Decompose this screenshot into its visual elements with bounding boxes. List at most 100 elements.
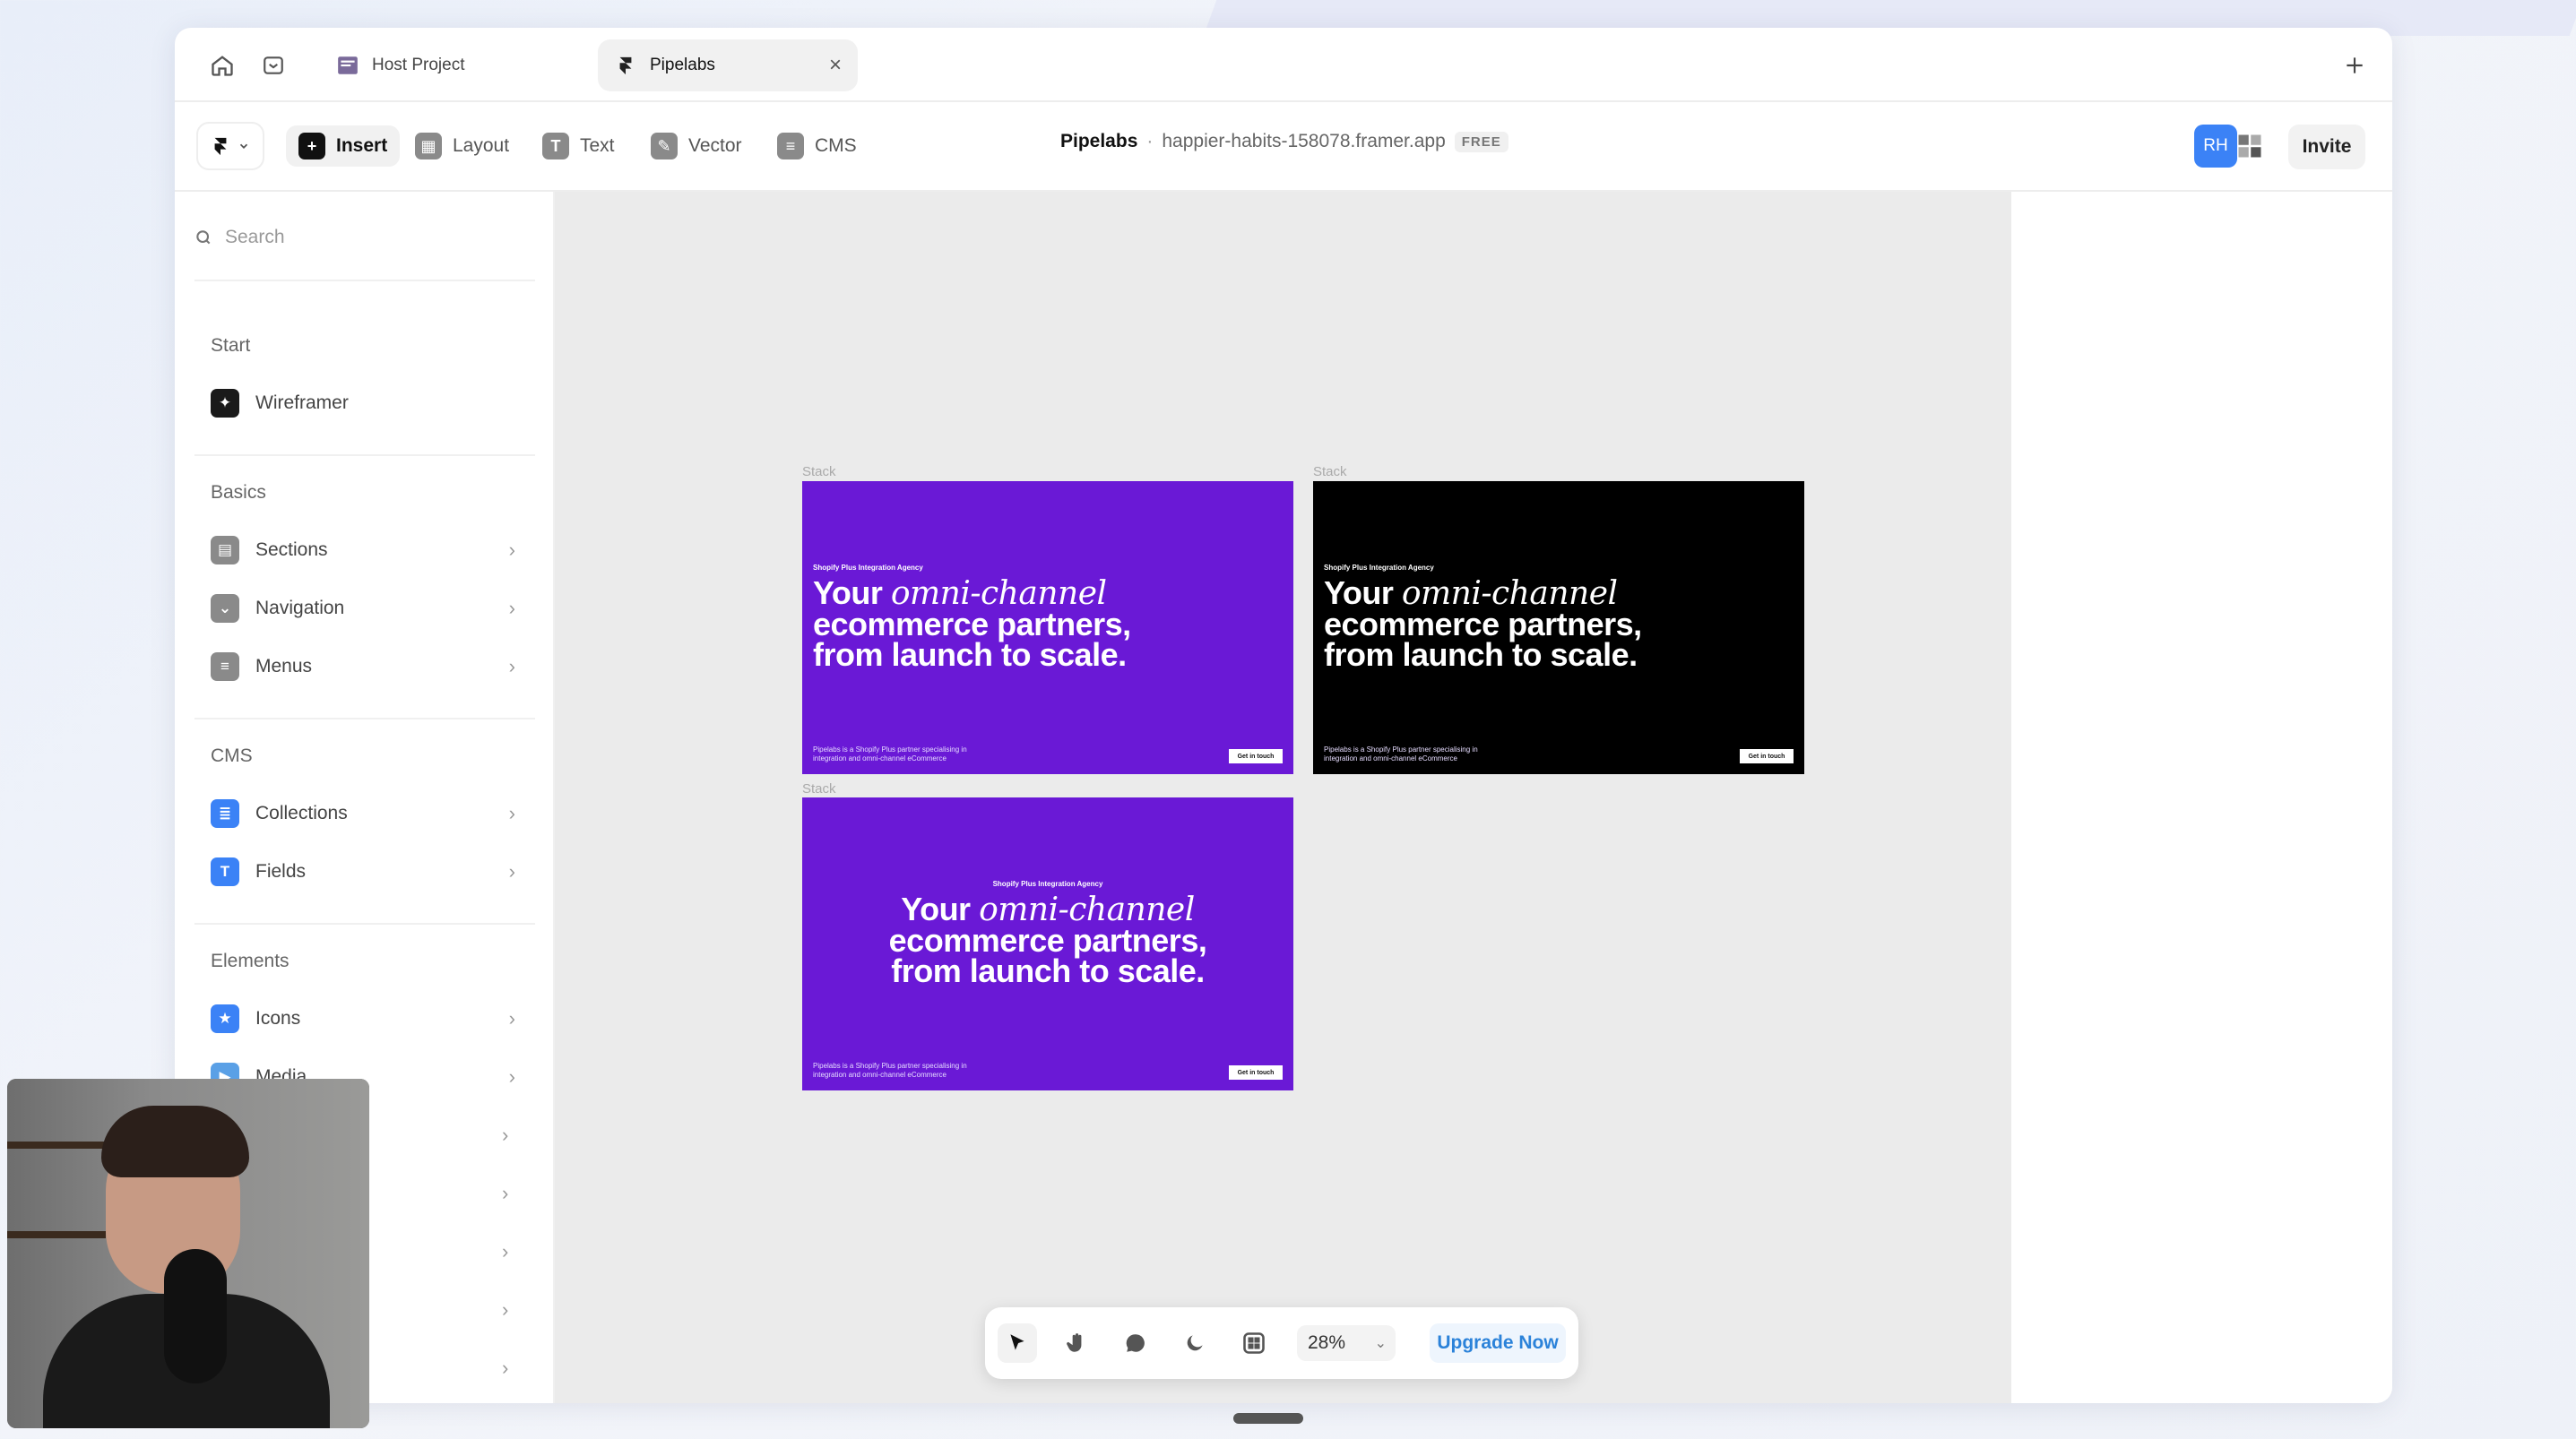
sidebar-item-sections[interactable]: ▤ Sections › <box>211 530 515 570</box>
sidebar-item-label: Menus <box>255 656 313 676</box>
chevron-right-icon: › <box>508 802 515 824</box>
chevron-right-icon: › <box>508 1065 515 1088</box>
divider <box>194 280 535 281</box>
chevron-right-icon: › <box>508 539 515 561</box>
tab-label: Pipelabs <box>650 56 715 74</box>
layout-tool-button[interactable]: ▦ Layout <box>415 125 509 167</box>
frame-label[interactable]: Stack <box>802 781 836 797</box>
tab-pipelabs[interactable]: Pipelabs × <box>598 39 858 91</box>
plan-badge: FREE <box>1454 131 1508 152</box>
hero-headline: Your omni-channel ecommerce partners, fr… <box>888 891 1207 989</box>
framer-menu-button[interactable] <box>196 122 264 170</box>
app-window: Host Project Pipelabs × + Insert ▦ Layou… <box>175 28 2392 1403</box>
project-title[interactable]: Pipelabs · happier-habits-158078.framer.… <box>1060 131 1508 152</box>
hero-kicker: Shopify Plus Integration Agency <box>1324 564 1434 572</box>
section-heading-elements: Elements <box>211 951 290 971</box>
divider <box>194 454 535 456</box>
moon-icon[interactable] <box>1175 1323 1215 1363</box>
grid-icon[interactable] <box>1234 1323 1274 1363</box>
microphone-icon <box>164 1249 227 1383</box>
cta-button: Get in touch <box>1740 749 1794 763</box>
divider <box>194 718 535 720</box>
tab-label: Host Project <box>372 56 465 74</box>
sidebar-item-label: Icons <box>255 1008 301 1029</box>
avatar[interactable]: RH <box>2194 125 2237 168</box>
search-input[interactable] <box>225 227 494 248</box>
divider <box>194 923 535 925</box>
layout-icon: ▦ <box>415 133 442 159</box>
project-domain: happier-habits-158078.framer.app <box>1162 131 1446 151</box>
sidebar-item-label: Fields <box>255 861 307 882</box>
tool-label: Vector <box>688 135 742 156</box>
hero-kicker: Shopify Plus Integration Agency <box>992 880 1103 888</box>
cta-button: Get in touch <box>1229 749 1283 763</box>
hero-kicker: Shopify Plus Integration Agency <box>813 564 923 572</box>
hero-headline: Your omni-channel ecommerce partners, fr… <box>1324 574 1642 673</box>
tool-label: Layout <box>453 135 510 156</box>
sections-icon: ▤ <box>211 536 239 564</box>
tool-label: CMS <box>815 135 857 156</box>
zoom-value: 28% <box>1308 1332 1346 1353</box>
hero-headline: Your omni-channel ecommerce partners, fr… <box>813 574 1131 673</box>
pen-icon: ✎ <box>651 133 678 159</box>
hero-frame-black[interactable]: Shopify Plus Integration Agency Your omn… <box>1313 481 1804 774</box>
hand-icon[interactable] <box>1057 1323 1096 1363</box>
sparkle-icon: ✦ <box>211 389 239 418</box>
text-icon: T <box>542 133 569 159</box>
collections-icon: ≣ <box>211 799 239 828</box>
close-tab-icon[interactable]: × <box>829 53 842 78</box>
chevron-right-icon[interactable]: › <box>502 1298 508 1322</box>
cursor-icon[interactable] <box>998 1323 1037 1363</box>
cms-tool-button[interactable]: ≡ CMS <box>777 125 857 167</box>
sidebar-item-label: Wireframer <box>255 392 349 413</box>
sidebar-item-wireframer[interactable]: ✦ Wireframer <box>211 383 515 423</box>
collaborator-avatar-icon[interactable] <box>2236 133 2265 161</box>
zoom-select[interactable]: 28% ⌄ <box>1297 1325 1396 1361</box>
sidebar-item-menus[interactable]: ≡ Menus › <box>211 647 515 686</box>
insert-tool-button[interactable]: + Insert <box>286 125 401 167</box>
hero-frame-purple-centered[interactable]: Shopify Plus Integration Agency Your omn… <box>802 797 1293 1090</box>
scroll-handle[interactable] <box>1233 1413 1303 1424</box>
framer-logo-icon <box>614 54 637 77</box>
hero-footer-text: Pipelabs is a Shopify Plus partner speci… <box>1324 745 1478 763</box>
tab-host-project[interactable]: Host Project <box>318 39 578 91</box>
framer-logo-icon <box>214 137 227 156</box>
upgrade-now-button[interactable]: Upgrade Now <box>1430 1323 1566 1363</box>
home-icon[interactable] <box>206 49 238 82</box>
fields-icon: T <box>211 857 239 886</box>
canvas-toolbar: 28% ⌄ Upgrade Now <box>985 1307 1578 1379</box>
hero-frame-purple[interactable]: Shopify Plus Integration Agency Your omn… <box>802 481 1293 774</box>
sidebar-item-collections[interactable]: ≣ Collections › <box>211 794 515 833</box>
separator: · <box>1146 131 1154 151</box>
chevron-right-icon: › <box>508 655 515 677</box>
new-tab-plus-icon[interactable] <box>2338 49 2371 82</box>
top-toolbar: + Insert ▦ Layout T Text ✎ Vector ≡ CMS … <box>175 102 2392 192</box>
sidebar-item-icons[interactable]: ★ Icons › <box>211 999 515 1038</box>
chevron-right-icon[interactable]: › <box>502 1182 508 1205</box>
inbox-icon[interactable] <box>257 49 290 82</box>
frame-label[interactable]: Stack <box>802 464 836 479</box>
chevron-right-icon[interactable]: › <box>502 1357 508 1380</box>
hero-footer-text: Pipelabs is a Shopify Plus partner speci… <box>813 745 967 763</box>
chevron-right-icon: › <box>508 1007 515 1030</box>
design-canvas[interactable]: Stack Shopify Plus Integration Agency Yo… <box>555 192 2011 1403</box>
plus-square-icon: + <box>298 133 325 159</box>
vector-tool-button[interactable]: ✎ Vector <box>651 125 742 167</box>
sidebar-item-navigation[interactable]: ⌄ Navigation › <box>211 589 515 628</box>
chevron-right-icon: › <box>508 597 515 619</box>
sidebar-item-fields[interactable]: T Fields › <box>211 852 515 892</box>
comment-icon[interactable] <box>1116 1323 1155 1363</box>
star-icon: ★ <box>211 1004 239 1033</box>
text-tool-button[interactable]: T Text <box>542 125 615 167</box>
hero-footer-text: Pipelabs is a Shopify Plus partner speci… <box>813 1062 967 1079</box>
tool-label: Insert <box>336 135 388 156</box>
sidebar-item-label: Sections <box>255 539 328 560</box>
frame-label[interactable]: Stack <box>1313 464 1347 479</box>
invite-button[interactable]: Invite <box>2288 125 2365 169</box>
chevron-right-icon[interactable]: › <box>502 1124 508 1147</box>
chevron-right-icon: › <box>508 860 515 883</box>
properties-panel <box>2011 192 2392 1403</box>
sidebar-item-label: Collections <box>255 803 348 823</box>
chevron-right-icon[interactable]: › <box>502 1240 508 1263</box>
search-box[interactable] <box>194 217 526 258</box>
